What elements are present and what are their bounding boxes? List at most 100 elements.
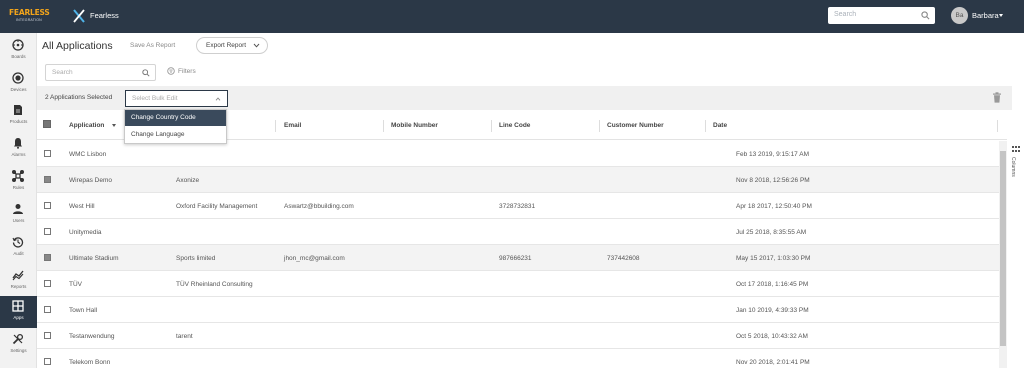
- row-checkbox[interactable]: [44, 176, 51, 183]
- search-input[interactable]: Search: [45, 64, 156, 81]
- table-row[interactable]: Testanwendung tarent Oct 5 2018, 10:43:3…: [37, 323, 999, 349]
- device-icon: [12, 72, 24, 84]
- sidebar-item-reports[interactable]: Reports: [0, 265, 37, 297]
- cell-company: Axonize: [176, 177, 200, 184]
- table-row[interactable]: TÜV TÜV Rheinland Consulting Oct 17 2018…: [37, 271, 999, 297]
- table-row[interactable]: Unitymedia Jul 25 2018, 8:35:55 AM: [37, 219, 999, 245]
- row-checkbox[interactable]: [44, 306, 51, 313]
- cell-date: Feb 13 2019, 9:15:17 AM: [736, 151, 809, 158]
- bulk-edit-dropdown: Change Country Code Change Language: [124, 109, 227, 144]
- row-checkbox[interactable]: [44, 228, 51, 235]
- search-icon[interactable]: [142, 69, 150, 77]
- cell-date: Jul 25 2018, 8:35:55 AM: [736, 229, 807, 236]
- column-divider: [599, 120, 600, 132]
- column-header-email[interactable]: Email: [284, 122, 301, 129]
- applications-table: WMC Lisbon Feb 13 2019, 9:15:17 AM Wirep…: [37, 141, 999, 368]
- cell-application: Unitymedia: [69, 229, 102, 236]
- sidebar: Boards Devices Products Alarms Rules Use…: [0, 33, 37, 368]
- cell-date: Apr 18 2017, 12:50:40 PM: [736, 203, 812, 210]
- user-name[interactable]: Barbara: [972, 11, 999, 20]
- cell-application: Wirepas Demo: [69, 177, 112, 184]
- sidebar-item-devices[interactable]: Devices: [0, 68, 37, 100]
- sidebar-item-label: Products: [9, 119, 28, 124]
- row-checkbox[interactable]: [44, 254, 51, 261]
- row-checkbox[interactable]: [44, 358, 51, 365]
- row-checkbox[interactable]: [44, 150, 51, 157]
- cell-email: jhon_mc@gmail.com: [284, 255, 345, 262]
- search-icon[interactable]: [921, 11, 930, 20]
- column-divider: [491, 120, 492, 132]
- column-divider: [383, 120, 384, 132]
- table-row[interactable]: Town Hall Jan 10 2019, 4:39:33 PM: [37, 297, 999, 323]
- sidebar-item-label: Alarms: [11, 152, 26, 157]
- cell-company: TÜV Rheinland Consulting: [176, 281, 253, 288]
- avatar[interactable]: Ba: [951, 7, 968, 24]
- table-row[interactable]: Telekom Bonn Nov 20 2018, 2:01:41 PM: [37, 349, 999, 368]
- column-header-application[interactable]: Application: [69, 122, 104, 129]
- column-header-date[interactable]: Date: [713, 122, 727, 129]
- page-title: All Applications: [42, 40, 113, 52]
- sort-down-icon[interactable]: [112, 124, 116, 127]
- cell-application: Testanwendung: [69, 333, 115, 340]
- logo-subtext: INTEGRATION: [16, 18, 42, 22]
- filter-icon[interactable]: [167, 67, 175, 75]
- cell-mobile: 987666231: [499, 255, 532, 262]
- table-row[interactable]: West Hill Oxford Facility Management Asw…: [37, 193, 999, 219]
- cell-email: Aswartz@bbuilding.com: [284, 203, 354, 210]
- sidebar-item-rules[interactable]: Rules: [0, 166, 37, 198]
- sidebar-item-label: Reports: [10, 284, 27, 289]
- chevron-down-icon[interactable]: [999, 14, 1003, 17]
- dropdown-option-change-language[interactable]: Change Language: [125, 127, 226, 143]
- chevron-down-icon: [253, 43, 260, 48]
- global-search-input[interactable]: Search: [828, 7, 935, 24]
- dropdown-option-change-country-code[interactable]: Change Country Code: [125, 110, 226, 126]
- cell-date: Jan 10 2019, 4:39:33 PM: [736, 307, 809, 314]
- app-name: Fearless: [90, 11, 119, 20]
- sidebar-item-settings[interactable]: Settings: [0, 329, 37, 361]
- sidebar-item-products[interactable]: Products: [0, 100, 37, 132]
- columns-panel-toggle[interactable]: Columns: [1008, 141, 1024, 201]
- row-checkbox[interactable]: [44, 332, 51, 339]
- cell-company: tarent: [176, 333, 193, 340]
- trash-icon[interactable]: [992, 92, 1002, 103]
- tools-icon: [12, 333, 24, 345]
- export-report-button[interactable]: Export Report: [196, 37, 268, 54]
- sidebar-item-boards[interactable]: Boards: [0, 35, 37, 67]
- grid-icon: [1012, 146, 1020, 152]
- column-header-mobile[interactable]: Mobile Number: [391, 122, 438, 129]
- selected-count: 2 Applications Selected: [45, 94, 113, 101]
- company-logo[interactable]: FEARLESS INTEGRATION: [9, 8, 57, 25]
- bulk-edit-select[interactable]: Select Bulk Edit: [125, 90, 228, 107]
- row-checkbox[interactable]: [44, 280, 51, 287]
- row-checkbox[interactable]: [44, 202, 51, 209]
- export-report-label: Export Report: [206, 42, 247, 49]
- filters-button[interactable]: Filters: [178, 68, 196, 75]
- sidebar-item-label: Users: [12, 218, 25, 223]
- cell-date: Oct 17 2018, 1:16:45 PM: [736, 281, 809, 288]
- cell-application: TÜV: [69, 281, 82, 288]
- table-row[interactable]: Ultimate Stadium Sports limited jhon_mc@…: [37, 245, 999, 271]
- reports-icon: [12, 270, 24, 281]
- cell-company: Oxford Facility Management: [176, 203, 258, 210]
- cell-date: Nov 20 2018, 2:01:41 PM: [736, 359, 810, 366]
- column-header-customer-number[interactable]: Customer Number: [607, 122, 664, 129]
- select-all-checkbox[interactable]: [43, 120, 51, 128]
- bulk-edit-bar: 2 Applications Selected Select Bulk Edit: [37, 86, 1012, 110]
- cell-date: Oct 5 2018, 10:43:32 AM: [736, 333, 808, 340]
- chevron-up-icon: [215, 97, 221, 101]
- sidebar-item-label: Apps: [13, 315, 24, 320]
- column-header-line-code[interactable]: Line Code: [499, 122, 530, 129]
- sidebar-item-apps[interactable]: Apps: [0, 296, 37, 328]
- rules-icon: [12, 170, 24, 182]
- scrollbar-thumb[interactable]: [1000, 151, 1006, 346]
- sidebar-item-alarms[interactable]: Alarms: [0, 133, 37, 165]
- save-as-report-link[interactable]: Save As Report: [130, 42, 175, 49]
- cell-application: Telekom Bonn: [69, 359, 111, 366]
- user-icon: [13, 204, 23, 214]
- table-row[interactable]: Wirepas Demo Axonize Nov 8 2018, 12:56:2…: [37, 167, 999, 193]
- sidebar-item-users[interactable]: Users: [0, 199, 37, 231]
- table-row[interactable]: WMC Lisbon Feb 13 2019, 9:15:17 AM: [37, 141, 999, 167]
- cell-application: Town Hall: [69, 307, 98, 314]
- sidebar-item-audit[interactable]: Audit: [0, 232, 37, 264]
- columns-label: Columns: [1010, 157, 1016, 177]
